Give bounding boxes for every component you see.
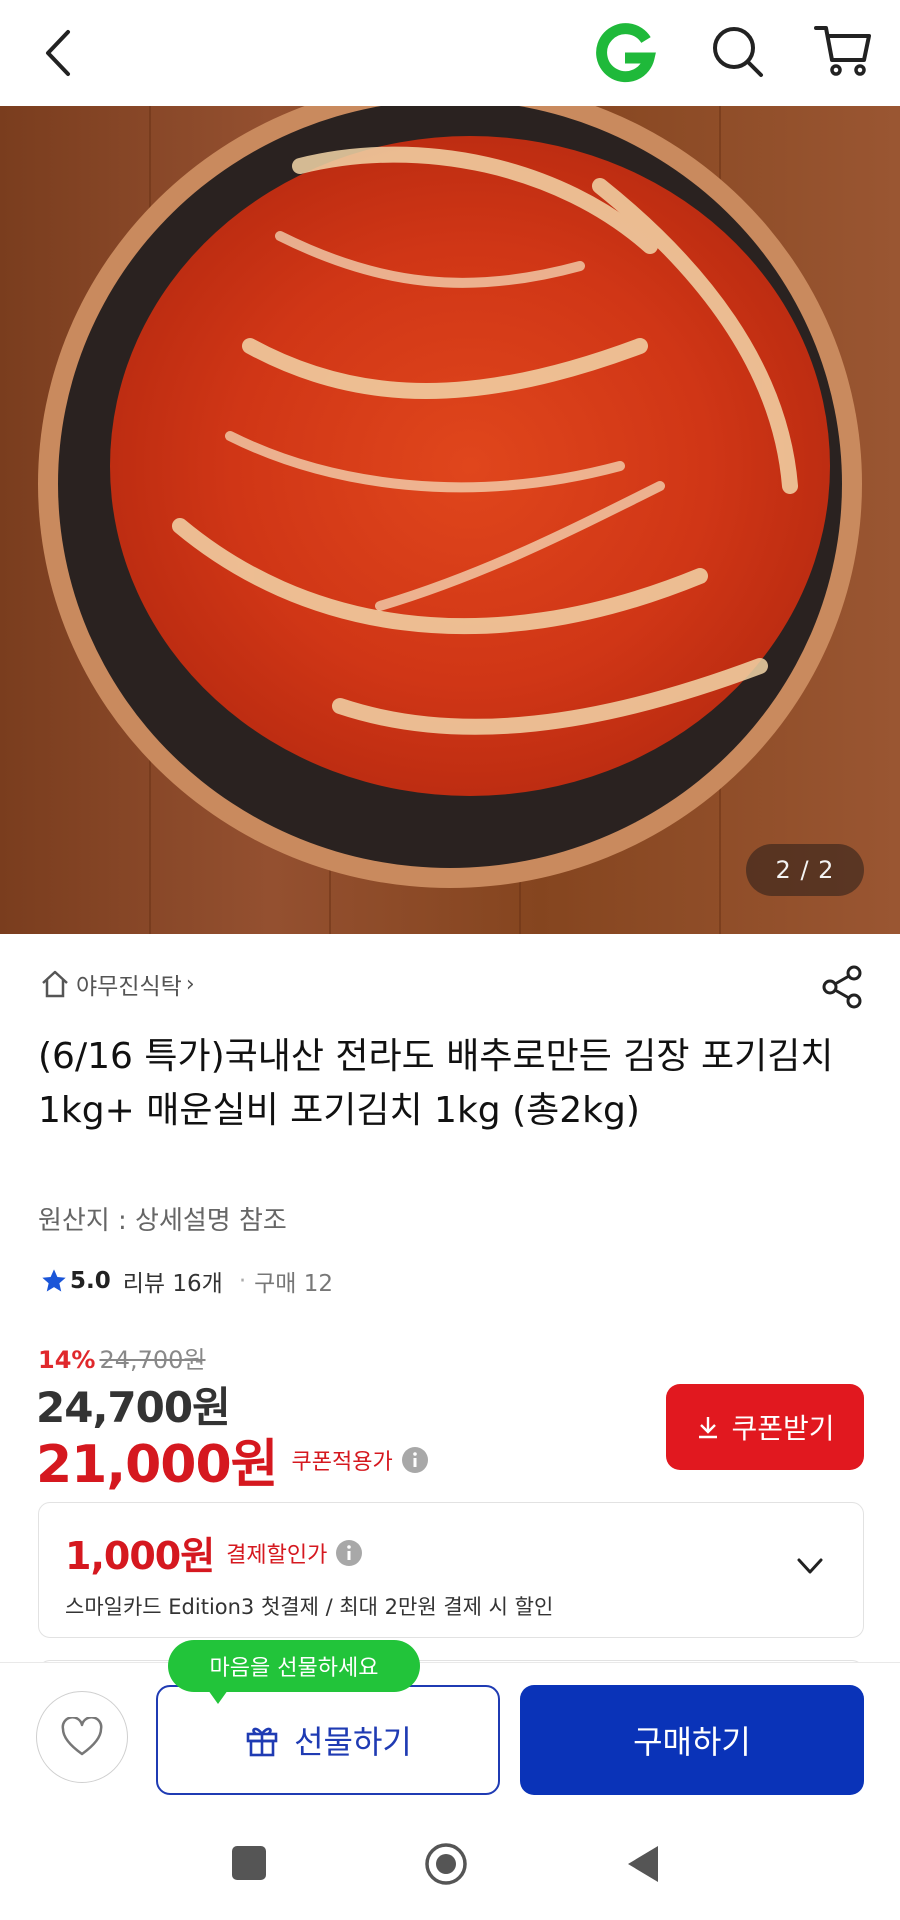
heart-icon — [61, 1717, 103, 1756]
info-icon[interactable] — [401, 1446, 429, 1474]
review-link[interactable]: 리뷰 16개 — [123, 1264, 223, 1298]
payment-discount-label: 결제할인가 — [226, 1542, 328, 1568]
coupon-download-button[interactable]: 쿠폰받기 — [666, 1384, 864, 1470]
gift-button-label: 선물하기 — [294, 1723, 412, 1761]
tooltip-tail — [208, 1690, 228, 1704]
payment-discount-box[interactable]: 1,000원 결제할인가 스마일카드 Edition3 첫결제 / 최대 2만원… — [38, 1502, 864, 1638]
star-icon — [42, 1269, 66, 1292]
home-icon — [42, 970, 68, 998]
store-link[interactable]: 야무진식탁 › — [40, 964, 195, 1004]
top-app-bar — [0, 0, 900, 106]
back-arrow-icon[interactable] — [34, 22, 84, 84]
coupon-price: 21,000원 — [36, 1435, 279, 1495]
gmarket-logo[interactable] — [594, 22, 656, 84]
home-button-icon[interactable] — [424, 1842, 468, 1886]
origin-text: 원산지 : 상세설명 참조 — [38, 1206, 287, 1236]
payment-discount-row: 1,000원 결제할인가 — [65, 1525, 363, 1580]
wishlist-button[interactable] — [36, 1691, 128, 1783]
original-price: 24,700원 — [99, 1346, 206, 1374]
product-title: (6/16 특가)국내산 전라도 배추로만든 김장 포기김치 1kg+ 매운실비… — [38, 1036, 834, 1131]
store-name: 야무진식탁 — [76, 974, 182, 1000]
payment-discount-description: 스마일카드 Edition3 첫결제 / 최대 2만원 결제 시 할인 — [65, 1595, 554, 1619]
info-icon[interactable] — [335, 1539, 363, 1567]
rating-row: 5.0 리뷰 16개 · 구매 12 — [40, 1264, 333, 1298]
rating-score: 5.0 — [70, 1268, 111, 1294]
coupon-price-label: 쿠폰적용가 — [291, 1449, 393, 1475]
chevron-right-icon: › — [185, 971, 195, 997]
chevron-down-icon[interactable] — [793, 1549, 827, 1583]
cart-icon[interactable] — [812, 20, 874, 82]
discount-percent: 14% — [38, 1346, 96, 1374]
purchase-count: 구매 12 — [254, 1271, 334, 1297]
gift-tooltip: 마음을 선물하세요 — [168, 1640, 420, 1704]
discount-row: 14% 24,700원 — [38, 1340, 206, 1375]
coupon-price-row: 21,000원 쿠폰적용가 — [36, 1422, 429, 1497]
system-back-icon[interactable] — [624, 1842, 664, 1886]
gift-tooltip-text: 마음을 선물하세요 — [209, 1656, 379, 1681]
payment-discount-amount: 1,000원 — [65, 1534, 215, 1578]
product-image[interactable]: 2 / 2 — [0, 106, 900, 934]
coupon-button-label: 쿠폰받기 — [731, 1413, 835, 1444]
recents-icon[interactable] — [232, 1846, 266, 1880]
search-icon[interactable] — [706, 20, 768, 82]
system-navigation-bar — [0, 1804, 900, 1920]
image-counter: 2 / 2 — [746, 844, 864, 896]
separator: · — [238, 1268, 247, 1294]
share-icon[interactable] — [820, 964, 866, 1010]
gift-icon — [246, 1727, 278, 1757]
download-icon — [699, 1417, 718, 1439]
bottom-action-bar: 선물하기 구매하기 — [0, 1662, 900, 1804]
buy-button[interactable]: 구매하기 — [520, 1685, 864, 1795]
